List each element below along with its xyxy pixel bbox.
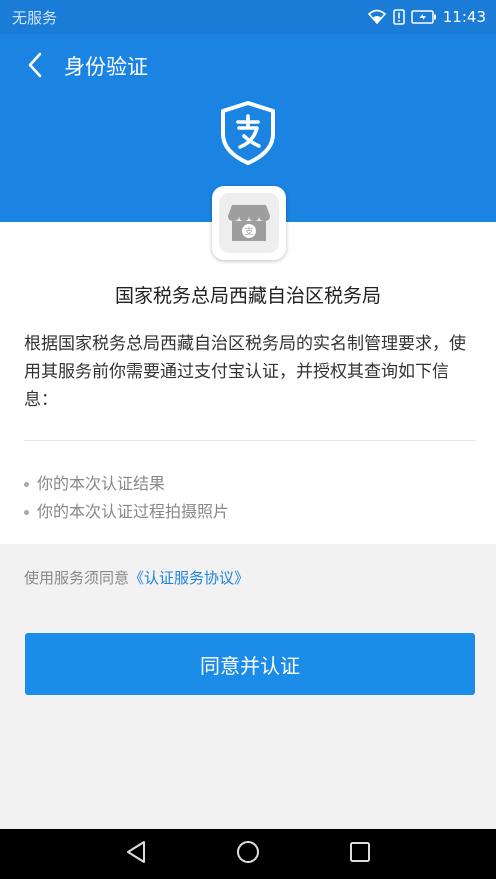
nav-home-button[interactable] [228,834,268,874]
list-item-label: 你的本次认证结果 [37,474,166,493]
svg-text:支: 支 [244,226,253,238]
status-bar: 无服务 11:43 [0,0,496,34]
description-text: 根据国家税务总局西藏自治区税务局的实名制管理要求，使用其服务前你需要通过支付宝认… [24,334,466,410]
list-item: 你的本次认证过程拍摄照片 [24,498,476,526]
list-item-label: 你的本次认证过程拍摄照片 [37,502,230,521]
list-item: 你的本次认证结果 [24,470,476,498]
nav-recents-button[interactable] [340,834,380,874]
battery-icon [411,10,437,24]
carrier-text: 无服务 [12,8,58,27]
agree-and-verify-button[interactable]: 同意并认证 [25,633,475,695]
page-title: 身份验证 [64,55,148,79]
app-icon: 支 [212,186,286,260]
storefront-icon: 支 [219,193,279,253]
chevron-left-icon [27,52,43,82]
organization-name: 国家税务总局西藏自治区税务局 [114,285,381,307]
navigation-bar [0,829,496,879]
circle-home-icon [236,840,260,868]
nav-back-button[interactable] [116,834,156,874]
status-icons: 11:43 [367,8,486,26]
time-text: 11:43 [442,8,486,26]
wifi-icon [367,9,387,25]
bullet-icon [24,509,29,515]
back-button[interactable] [20,52,50,82]
divider [24,440,476,441]
square-recents-icon [349,841,371,867]
alert-icon [393,9,405,25]
alipay-shield-icon [218,100,278,170]
bullet-icon [24,481,29,487]
agreement-prefix: 使用服务须同意 [24,569,130,587]
info-list: 你的本次认证结果 你的本次认证过程拍摄照片 [24,470,476,526]
agreement-link[interactable]: 《认证服务协议》 [129,569,249,587]
triangle-back-icon [125,840,147,868]
agreement-text: 使用服务须同意《认证服务协议》 [24,565,249,591]
